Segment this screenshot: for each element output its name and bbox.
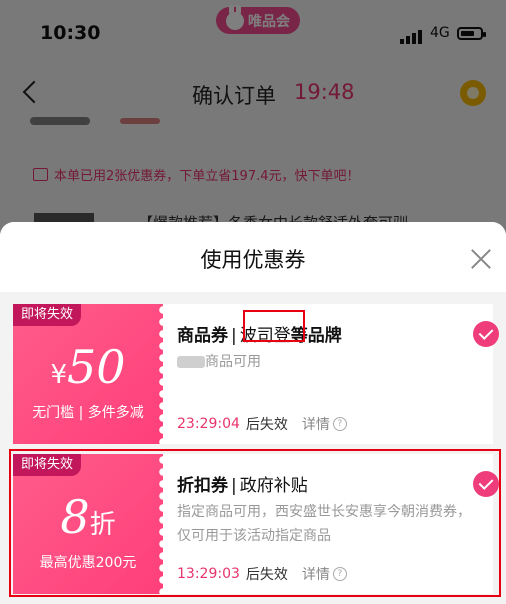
expiry-label: 后失效 (245, 417, 288, 433)
expiry-countdown: 23:29:04 (177, 416, 240, 432)
coupon-amount: ¥50 (13, 340, 163, 394)
sheet-title: 使用优惠券 (200, 248, 306, 272)
coupon-value-panel: 即将失效 ¥50 无门槛 | 多件多减 (13, 304, 163, 444)
detail-label: 详情 (301, 417, 330, 433)
coupon-desc-text: 商品可用 (205, 354, 261, 370)
currency-symbol: ¥ (50, 360, 67, 390)
check-icon[interactable] (473, 321, 499, 347)
coupon-description: 商品可用 (177, 350, 477, 374)
sheet-header: 使用优惠券 (0, 222, 506, 292)
coupon-condition: 无门槛 | 多件多减 (32, 405, 144, 421)
blurred-text (177, 356, 205, 368)
coupon-highlight-box (9, 449, 501, 597)
brand-highlight-box (243, 310, 305, 342)
modal-overlay[interactable] (0, 0, 506, 240)
amount-value: 50 (67, 340, 126, 394)
expiring-tag: 即将失效 (13, 304, 82, 326)
close-icon[interactable] (468, 246, 494, 272)
detail-link[interactable]: 详情? (302, 414, 347, 434)
question-icon: ? (332, 417, 347, 431)
title-separator: | (231, 326, 237, 346)
coupon-type: 商品券 (177, 326, 228, 346)
coupon-info-panel: 商品券 | 波司登等品牌 商品可用 23:29:04 后失效 详情? (163, 304, 499, 444)
coupon-expiry: 23:29:04 后失效 详情? (177, 414, 347, 434)
